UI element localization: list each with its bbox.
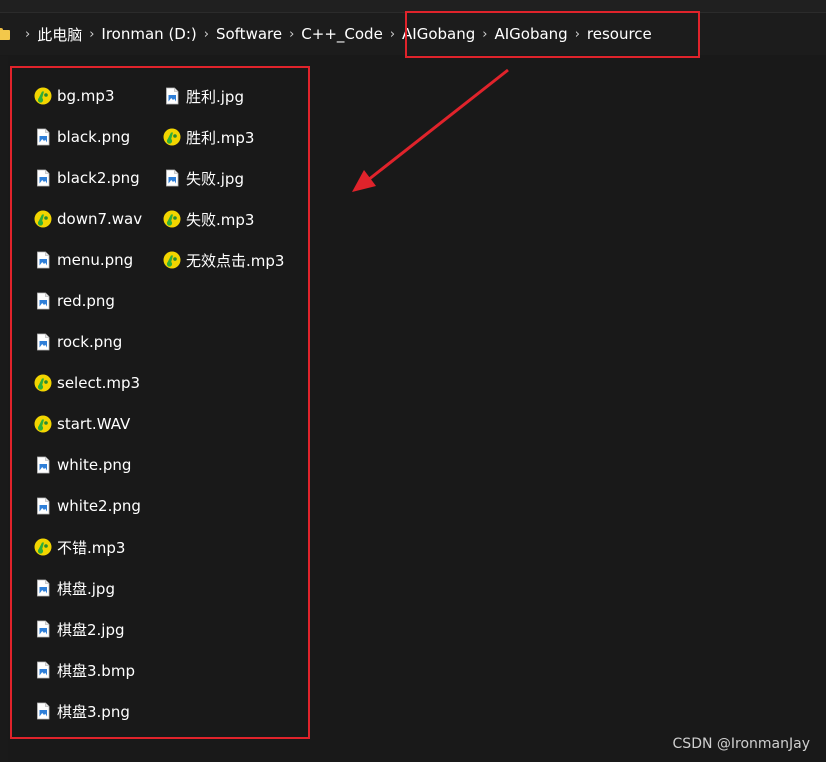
file-item[interactable]: 失败.jpg — [163, 167, 244, 189]
file-item[interactable]: white.png — [34, 454, 131, 476]
image-file-icon — [34, 128, 52, 146]
image-file-icon — [34, 169, 52, 187]
file-name: white2.png — [57, 497, 141, 515]
folder-icon — [0, 28, 10, 40]
file-item[interactable]: rock.png — [34, 331, 122, 353]
file-item[interactable]: white2.png — [34, 495, 141, 517]
file-item[interactable]: bg.mp3 — [34, 85, 115, 107]
file-item[interactable]: menu.png — [34, 249, 133, 271]
file-item[interactable]: 胜利.jpg — [163, 85, 244, 107]
arrow-head — [352, 170, 376, 192]
file-item[interactable]: 不错.mp3 — [34, 536, 125, 558]
file-item[interactable]: red.png — [34, 290, 115, 312]
image-file-icon — [34, 497, 52, 515]
breadcrumb-item-drive[interactable]: Ironman (D:) — [101, 25, 196, 43]
image-file-icon — [34, 661, 52, 679]
image-file-icon — [34, 702, 52, 720]
file-item[interactable]: 棋盘.jpg — [34, 577, 115, 599]
audio-file-icon — [163, 128, 181, 146]
file-item[interactable]: 失败.mp3 — [163, 208, 254, 230]
navigation-pane-edge — [0, 56, 8, 762]
file-item[interactable]: 无效点击.mp3 — [163, 249, 284, 271]
file-name: 胜利.mp3 — [186, 128, 255, 147]
file-name: start.WAV — [57, 415, 131, 433]
image-file-icon — [163, 169, 181, 187]
breadcrumb-item-software[interactable]: Software — [216, 25, 282, 43]
file-name: 棋盘3.png — [57, 702, 130, 721]
file-item[interactable]: 棋盘2.jpg — [34, 618, 125, 640]
file-name: 棋盘2.jpg — [57, 620, 125, 639]
image-file-icon — [34, 292, 52, 310]
file-name: down7.wav — [57, 210, 143, 228]
image-file-icon — [34, 579, 52, 597]
breadcrumb-item-cpp-code[interactable]: C++_Code — [301, 25, 383, 43]
image-file-icon — [34, 333, 52, 351]
file-name: 棋盘3.bmp — [57, 661, 135, 680]
arrow-shaft — [367, 68, 509, 182]
file-name: 棋盘.jpg — [57, 579, 115, 598]
breadcrumb-item-this-pc[interactable]: 此电脑 — [37, 24, 82, 45]
file-item[interactable]: 棋盘3.png — [34, 700, 130, 722]
audio-file-icon — [34, 415, 52, 433]
chevron-right-icon[interactable]: › — [204, 28, 209, 41]
image-file-icon — [34, 456, 52, 474]
file-name: 失败.mp3 — [186, 210, 255, 229]
file-item[interactable]: black2.png — [34, 167, 140, 189]
audio-file-icon — [34, 538, 52, 556]
chevron-right-icon[interactable]: › — [390, 28, 395, 41]
file-name: menu.png — [57, 251, 134, 269]
file-name: white.png — [57, 456, 132, 474]
file-name: black2.png — [57, 169, 140, 187]
file-name: rock.png — [57, 333, 123, 351]
audio-file-icon — [163, 210, 181, 228]
watermark: CSDN @IronmanJay — [672, 736, 810, 752]
image-file-icon — [34, 251, 52, 269]
file-name: select.mp3 — [57, 374, 141, 392]
file-name: black.png — [57, 128, 131, 146]
audio-file-icon — [34, 374, 52, 392]
file-list: bg.mp3 black.png black2.png down7.wav menu.p… — [10, 66, 308, 738]
file-name: 不错.mp3 — [57, 538, 126, 557]
file-item[interactable]: black.png — [34, 126, 130, 148]
file-name: 无效点击.mp3 — [186, 251, 285, 270]
chevron-right-icon[interactable]: › — [25, 28, 30, 41]
audio-file-icon — [34, 210, 52, 228]
file-item[interactable]: select.mp3 — [34, 372, 140, 394]
audio-file-icon — [163, 251, 181, 269]
chevron-right-icon[interactable]: › — [289, 28, 294, 41]
file-item[interactable]: down7.wav — [34, 208, 142, 230]
file-name: 胜利.jpg — [186, 87, 244, 106]
file-item[interactable]: start.WAV — [34, 413, 130, 435]
file-item[interactable]: 胜利.mp3 — [163, 126, 254, 148]
image-file-icon — [34, 620, 52, 638]
file-name: red.png — [57, 292, 115, 310]
file-item[interactable]: 棋盘3.bmp — [34, 659, 135, 681]
chevron-right-icon[interactable]: › — [89, 28, 94, 41]
file-name: bg.mp3 — [57, 87, 115, 105]
image-file-icon — [163, 87, 181, 105]
file-name: 失败.jpg — [186, 169, 244, 188]
audio-file-icon — [34, 87, 52, 105]
path-highlight-box — [405, 11, 700, 58]
